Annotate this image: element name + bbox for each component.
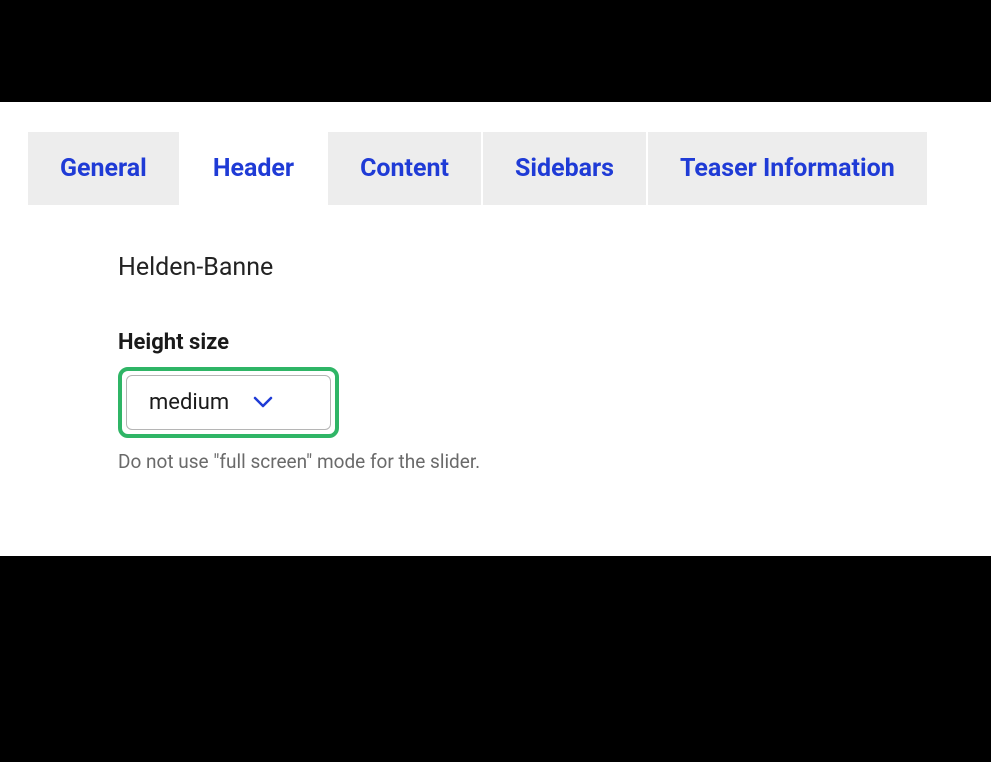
tab-general[interactable]: General (28, 132, 179, 205)
height-size-help-text: Do not use "full screen" mode for the sl… (118, 450, 991, 473)
height-size-select[interactable]: medium (126, 375, 331, 430)
page-wrapper: General Header Content Sidebars Teaser I… (0, 102, 991, 556)
tabs-container: General Header Content Sidebars Teaser I… (28, 132, 991, 205)
tab-teaser-information[interactable]: Teaser Information (648, 132, 927, 205)
chevron-down-icon (253, 396, 273, 409)
tab-sidebars[interactable]: Sidebars (483, 132, 646, 205)
tab-header[interactable]: Header (181, 132, 326, 205)
height-size-label: Height size (118, 330, 991, 355)
tab-content[interactable]: Content (328, 132, 481, 205)
height-size-value: medium (149, 390, 229, 415)
content-area: Helden-Banne Height size medium Do not u… (28, 205, 991, 473)
select-highlight: medium (118, 367, 339, 438)
section-title: Helden-Banne (118, 253, 991, 282)
